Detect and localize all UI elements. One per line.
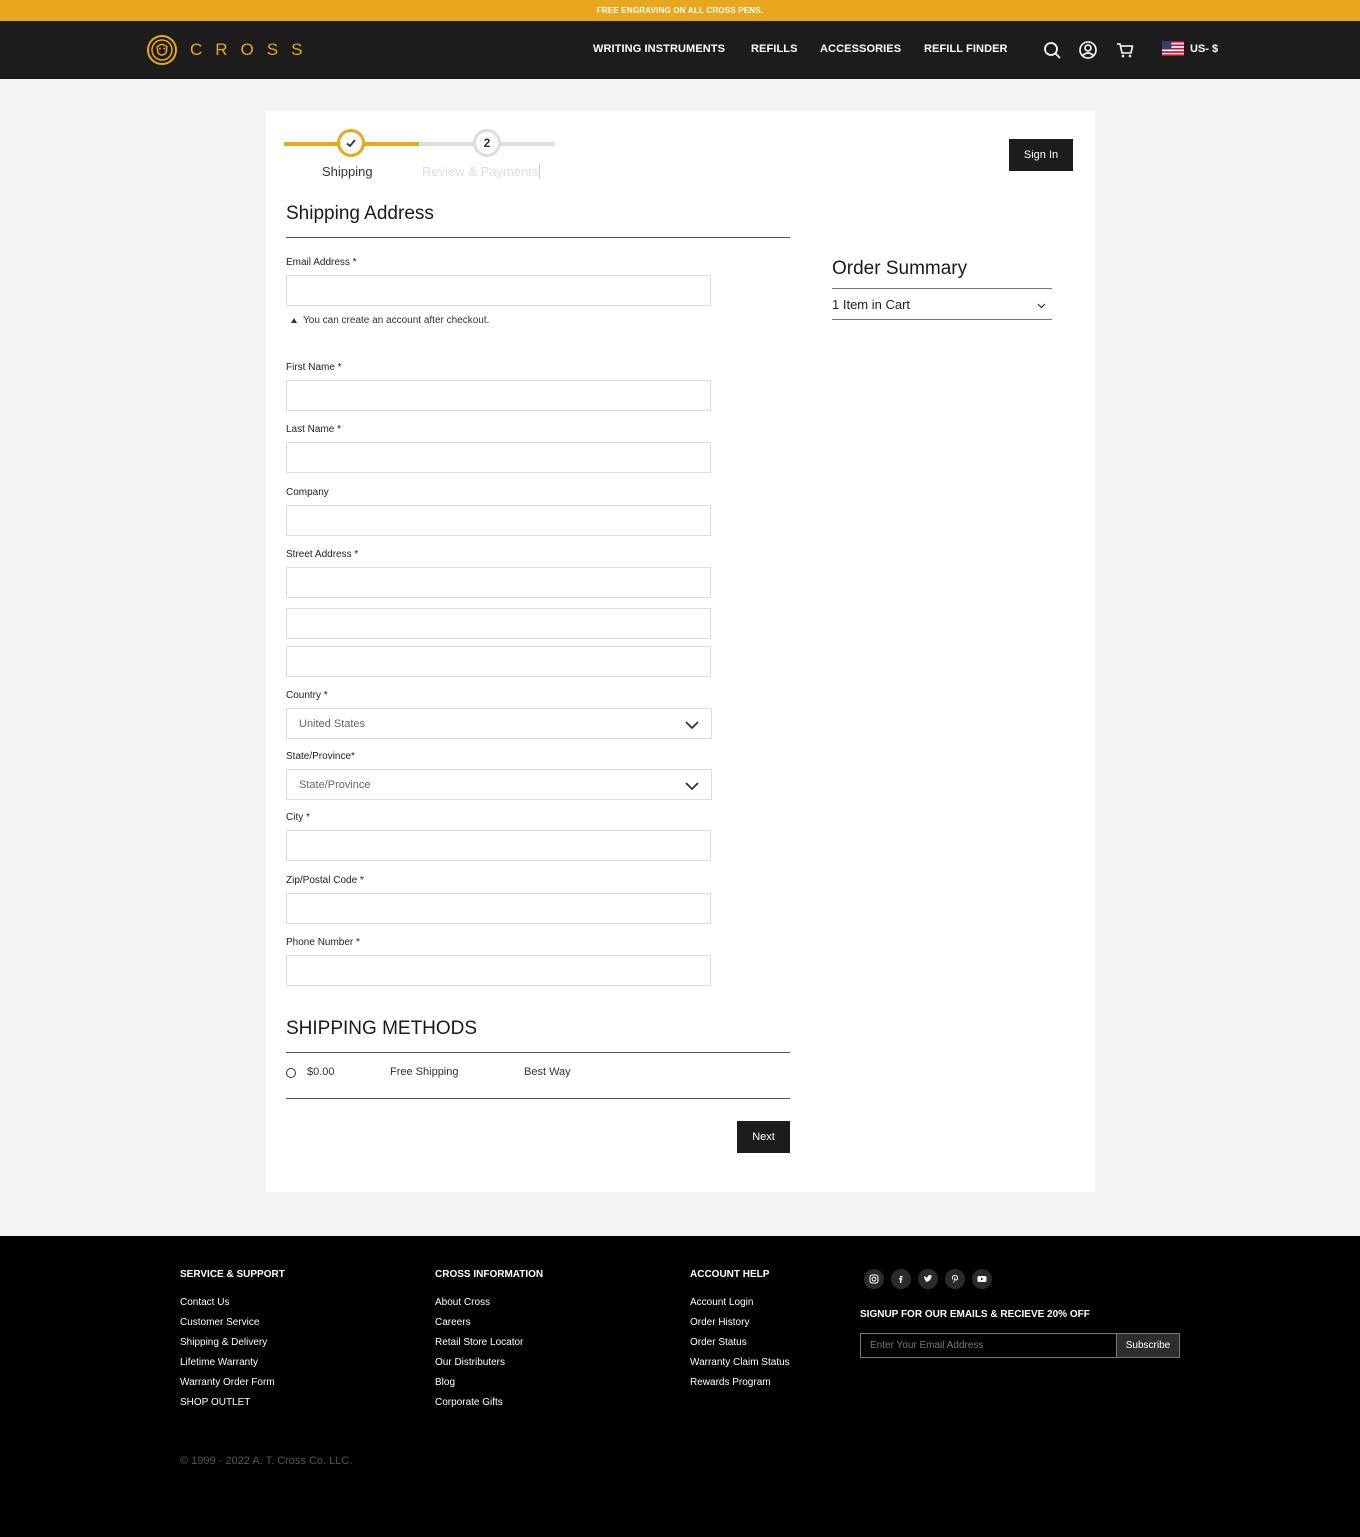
step-review-label: Review & Payments (422, 164, 541, 179)
footer-link-blog[interactable]: Blog (435, 1377, 455, 1388)
youtube-icon[interactable] (972, 1269, 992, 1289)
first-name-field[interactable] (286, 380, 711, 411)
order-summary-title: Order Summary (832, 258, 968, 279)
country-select[interactable]: United States (286, 708, 712, 739)
caret-up-icon (291, 318, 297, 323)
footer-service-heading: SERVICE & SUPPORT (180, 1269, 285, 1280)
street-line-1-field[interactable] (286, 567, 711, 598)
account-hint: You can create an account after checkout… (291, 315, 489, 326)
state-select[interactable]: State/Province (286, 769, 712, 800)
footer-link-customer-service[interactable]: Customer Service (180, 1317, 259, 1328)
next-button[interactable]: Next (737, 1121, 790, 1153)
pinterest-icon[interactable] (945, 1269, 965, 1289)
email-signup-heading: SIGNUP FOR OUR EMAILS & RECIEVE 20% OFF (860, 1309, 1090, 1320)
footer-link-order-status[interactable]: Order Status (690, 1337, 747, 1348)
footer-link-rewards[interactable]: Rewards Program (690, 1377, 771, 1388)
footer-email-input[interactable]: Enter Your Email Address (860, 1333, 1117, 1358)
state-label: State/Province* (286, 751, 355, 762)
twitter-icon[interactable] (918, 1269, 938, 1289)
search-icon[interactable] (1042, 40, 1062, 60)
promo-banner: FREE ENGRAVING ON ALL CROSS PENS. (0, 0, 1360, 21)
country-selected: United States (299, 717, 366, 730)
account-icon[interactable] (1078, 40, 1098, 60)
shipping-address-divider (286, 237, 790, 238)
footer-link-corporate-gifts[interactable]: Corporate Gifts (435, 1397, 503, 1408)
lion-logo-icon (147, 35, 177, 65)
email-field[interactable] (286, 275, 711, 306)
footer-link-about-cross[interactable]: About Cross (435, 1297, 490, 1308)
footer-link-warranty-order-form[interactable]: Warranty Order Form (180, 1377, 275, 1388)
shipping-method-row[interactable]: $0.00 Free Shipping Best Way (286, 1066, 789, 1082)
shipping-methods-bottom-divider (286, 1098, 790, 1099)
city-field[interactable] (286, 830, 711, 861)
step-shipping-marker[interactable] (337, 129, 365, 157)
nav-writing-instruments[interactable]: WRITING INSTRUMENTS (593, 43, 725, 55)
footer-account-heading: ACCOUNT HELP (690, 1269, 770, 1280)
city-label: City * (286, 812, 310, 823)
shipping-method-name: Free Shipping (390, 1066, 459, 1078)
cart-icon[interactable] (1115, 40, 1135, 60)
shipping-method-carrier: Best Way (524, 1066, 571, 1078)
company-field[interactable] (286, 505, 711, 536)
site-footer: SERVICE & SUPPORT Contact Us Customer Se… (0, 1236, 1360, 1537)
phone-label: Phone Number * (286, 937, 360, 948)
nav-accessories[interactable]: ACCESSORIES (820, 43, 901, 55)
site-header: CROSS WRITING INSTRUMENTS REFILLS ACCESS… (0, 21, 1360, 79)
country-label: Country * (286, 690, 328, 701)
logo[interactable]: CROSS (146, 34, 315, 66)
footer-link-order-history[interactable]: Order History (690, 1317, 749, 1328)
footer-link-contact-us[interactable]: Contact Us (180, 1297, 229, 1308)
check-icon (346, 139, 356, 148)
order-summary-bottom-divider (832, 319, 1052, 320)
shipping-methods-title: SHIPPING METHODS (286, 1018, 478, 1039)
street-line-3-field[interactable] (286, 646, 711, 677)
chevron-down-icon (1037, 303, 1046, 309)
first-name-label: First Name * (286, 362, 342, 373)
instagram-icon[interactable] (864, 1269, 884, 1289)
subscribe-button[interactable]: Subscribe (1116, 1333, 1180, 1358)
shipping-method-price: $0.00 (307, 1066, 335, 1078)
logo-wordmark: CROSS (190, 40, 316, 59)
last-name-field[interactable] (286, 442, 711, 473)
zip-field[interactable] (286, 893, 711, 924)
locale-selector[interactable]: US- $ (1162, 41, 1218, 56)
cart-items-count: 1 Item in Cart (832, 297, 911, 312)
sign-in-button[interactable]: Sign In (1009, 139, 1073, 171)
phone-field[interactable] (286, 955, 711, 986)
footer-link-shop-outlet[interactable]: SHOP OUTLET (180, 1397, 250, 1408)
cart-items-toggle[interactable]: 1 Item in Cart (832, 297, 1052, 312)
locale-label: US- $ (1190, 42, 1219, 55)
zip-label: Zip/Postal Code * (286, 875, 364, 886)
footer-link-account-login[interactable]: Account Login (690, 1297, 753, 1308)
footer-link-distributers[interactable]: Our Distributers (435, 1357, 505, 1368)
footer-link-careers[interactable]: Careers (435, 1317, 471, 1328)
footer-link-shipping-delivery[interactable]: Shipping & Delivery (180, 1337, 267, 1348)
facebook-icon[interactable] (891, 1269, 911, 1289)
nav-refills[interactable]: REFILLS (751, 43, 798, 55)
chevron-down-icon (685, 782, 699, 791)
us-flag-icon (1162, 41, 1184, 56)
checkout-stepper: 2 Shipping Review & Payments (284, 128, 556, 183)
step-review-marker: 2 (473, 129, 501, 157)
copyright: © 1999 - 2022 A. T. Cross Co. LLC. (180, 1455, 353, 1467)
footer-email-placeholder: Enter Your Email Address (870, 1340, 984, 1351)
last-name-label: Last Name * (286, 424, 342, 435)
footer-link-store-locator[interactable]: Retail Store Locator (435, 1337, 523, 1348)
shipping-address-title: Shipping Address (286, 203, 434, 224)
chevron-down-icon (685, 721, 699, 730)
account-hint-text: You can create an account after checkout… (303, 315, 490, 326)
footer-info-heading: CROSS INFORMATION (435, 1269, 544, 1280)
street-label: Street Address * (286, 549, 359, 560)
street-line-2-field[interactable] (286, 608, 711, 639)
company-label: Company (286, 487, 329, 498)
step-shipping-label[interactable]: Shipping (322, 164, 373, 179)
footer-link-warranty-claim[interactable]: Warranty Claim Status (690, 1357, 790, 1368)
shipping-methods-divider (286, 1052, 790, 1053)
order-summary-divider (832, 288, 1052, 289)
footer-link-lifetime-warranty[interactable]: Lifetime Warranty (180, 1357, 258, 1368)
nav-refill-finder[interactable]: REFILL FINDER (924, 43, 1008, 55)
state-selected: State/Province (299, 778, 371, 791)
shipping-method-radio[interactable] (286, 1068, 296, 1078)
email-label: Email Address * (286, 257, 357, 268)
